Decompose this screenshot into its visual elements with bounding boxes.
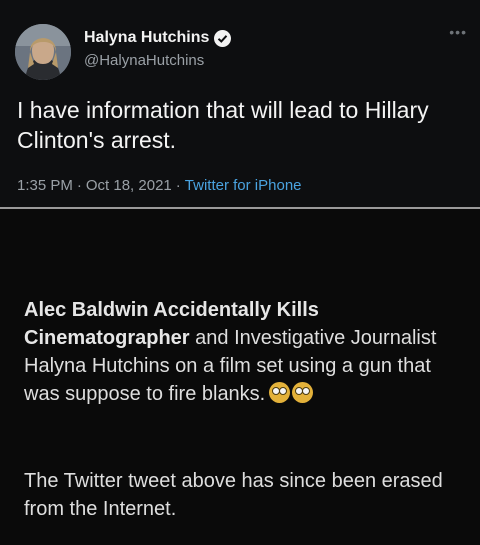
meta-separator: · bbox=[175, 177, 181, 194]
more-options-icon[interactable]: ••• bbox=[449, 24, 467, 40]
meta-separator: · bbox=[76, 177, 82, 194]
verified-badge-icon bbox=[214, 29, 232, 47]
author-name-text: Halyna Hutchins bbox=[84, 29, 210, 46]
faded-background-text: ​ ​ ​ bbox=[24, 209, 464, 281]
tweet-client-link[interactable]: Twitter for iPhone bbox=[185, 177, 302, 194]
emoji-group bbox=[269, 382, 314, 403]
caption-footer: The Twitter tweet above has since been e… bbox=[24, 470, 443, 520]
rolling-eyes-emoji-icon bbox=[269, 382, 291, 403]
tweet-meta: 1:35 PM · Oct 18, 2021 · Twitter for iPhone bbox=[17, 177, 302, 194]
tweet-time[interactable]: 1:35 PM bbox=[17, 177, 73, 194]
tweet-text: I have information that will lead to Hil… bbox=[17, 97, 429, 153]
tweet-date[interactable]: Oct 18, 2021 bbox=[86, 177, 172, 194]
caption-panel: ​ ​ ​ Alec Baldwin Accidentally Kills Ci… bbox=[0, 209, 480, 545]
author-name[interactable]: Halyna Hutchins bbox=[84, 29, 232, 47]
caption-headline: Alec Baldwin Accidentally Kills Cinemato… bbox=[24, 296, 464, 408]
tweet-card: Halyna Hutchins @HalynaHutchins ••• I ha… bbox=[0, 0, 480, 207]
author-handle[interactable]: @HalynaHutchins bbox=[84, 52, 204, 69]
avatar[interactable] bbox=[15, 24, 71, 80]
rolling-eyes-emoji-icon bbox=[292, 382, 314, 403]
profile-photo-icon bbox=[15, 24, 71, 80]
